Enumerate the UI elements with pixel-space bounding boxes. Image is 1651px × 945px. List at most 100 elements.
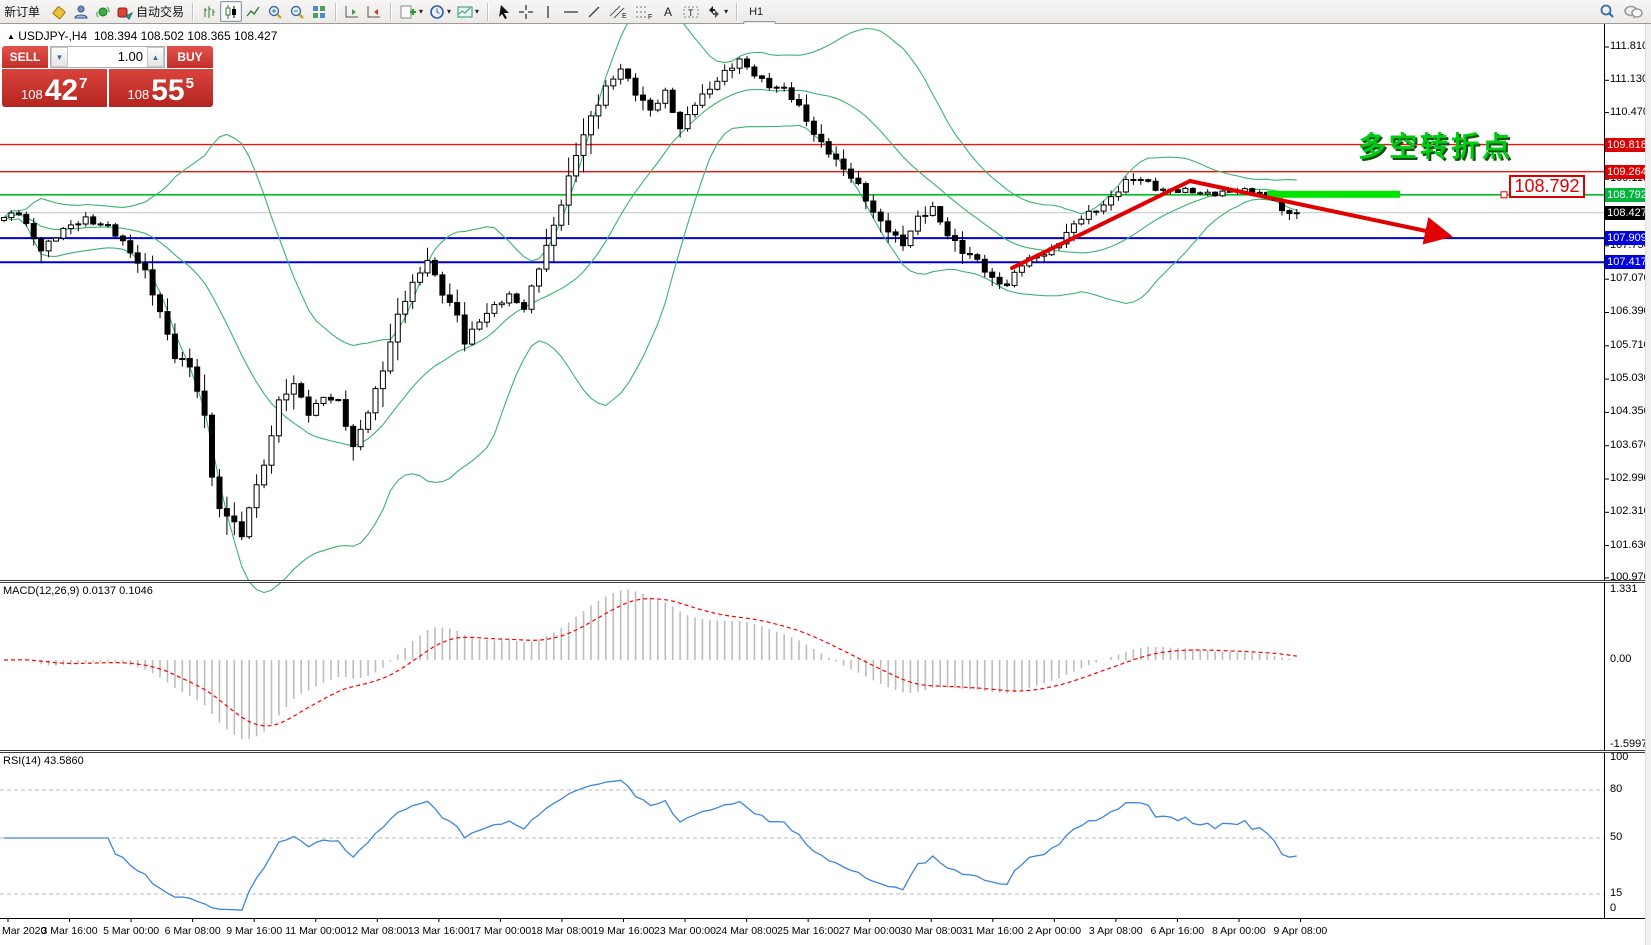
tile-windows-icon <box>311 4 327 20</box>
candlestick-chart-button[interactable] <box>220 1 242 22</box>
turning-point-annotation[interactable]: 多空转折点 <box>1358 125 1513 165</box>
buy-button[interactable]: BUY <box>167 46 213 68</box>
zoom-out-icon <box>289 4 305 20</box>
zoom-out-button[interactable] <box>286 1 308 22</box>
time-axis-label: 24 Mar 08:00 <box>716 925 778 937</box>
toolbar-separator <box>192 3 193 21</box>
templates-button[interactable]: ▾ <box>454 1 482 22</box>
sell-button[interactable]: SELL <box>2 46 48 68</box>
zoom-in-icon <box>267 4 283 20</box>
price-callout-label[interactable]: 108.792 <box>1509 175 1585 198</box>
svg-text:F: F <box>648 14 652 20</box>
time-axis-label: 17 Mar 00:00 <box>469 925 531 937</box>
time-axis-label: 19 Mar 16:00 <box>593 925 655 937</box>
new-order-button[interactable]: 新订单 <box>4 1 48 22</box>
time-axis-label: 31 Mar 16:00 <box>962 925 1024 937</box>
auto-scroll-icon <box>366 4 382 20</box>
trendline-button[interactable] <box>583 1 605 22</box>
autotrading-label: 自动交易 <box>136 3 184 20</box>
time-axis-label: Mar 2020 <box>2 925 46 937</box>
text-icon: A <box>661 4 675 20</box>
crosshair-button[interactable] <box>515 1 537 22</box>
template-icon <box>457 4 473 20</box>
price-level-flag: 109.818 <box>1605 138 1649 152</box>
arrows-button[interactable]: ▾ <box>703 1 731 22</box>
sell-price-prefix: 108 <box>21 87 43 102</box>
bar-chart-button[interactable] <box>198 1 220 22</box>
sell-price-pip: 7 <box>79 75 87 92</box>
sell-price-big: 42 <box>45 76 78 106</box>
time-axis-label: 27 Mar 00:00 <box>839 925 901 937</box>
time-axis-label: 8 Apr 00:00 <box>1212 925 1266 937</box>
text-label-icon: T <box>682 4 700 20</box>
equidistant-channel-button[interactable]: E <box>605 1 631 22</box>
price-axis-tick: 107.070 <box>1610 272 1650 284</box>
zoom-in-button[interactable] <box>264 1 286 22</box>
clock-icon <box>429 4 445 20</box>
cursor-icon <box>497 4 511 20</box>
autotrading-button[interactable]: 自动交易 <box>114 1 187 22</box>
search-button[interactable] <box>1595 1 1619 22</box>
price-axis-tick: 106.390 <box>1610 305 1650 317</box>
chart-shift-icon <box>344 4 360 20</box>
time-axis-label: 12 Mar 08:00 <box>346 925 408 937</box>
horizontal-line-button[interactable] <box>559 1 583 22</box>
trader-icon <box>73 4 89 20</box>
chat-button[interactable] <box>1619 1 1647 22</box>
cursor-button[interactable] <box>493 1 515 22</box>
price-level-flag: 108.792 <box>1605 188 1649 202</box>
chat-icon <box>1622 3 1644 21</box>
fibonacci-button[interactable]: F <box>631 1 657 22</box>
right-edge-strip <box>1645 24 1651 945</box>
volume-increase-button[interactable]: ▲ <box>147 47 164 67</box>
volume-value[interactable]: 1.00 <box>68 47 147 67</box>
candlestick-icon <box>223 4 239 20</box>
price-axis-tick: 111.130 <box>1610 73 1648 85</box>
time-axis-label: 13 Mar 16:00 <box>408 925 470 937</box>
auto-scroll-button[interactable] <box>363 1 385 22</box>
time-axis-label: 6 Mar 08:00 <box>165 925 221 937</box>
time-axis-label: 3 Apr 08:00 <box>1089 925 1143 937</box>
trader-button[interactable] <box>70 1 92 22</box>
macd-axis-tick: 0.00 <box>1610 653 1631 665</box>
toolbar-separator <box>487 3 488 21</box>
chart-window[interactable]: ▲ USDJPY-,H4 108.394 108.502 108.365 108… <box>0 24 1651 945</box>
line-chart-button[interactable] <box>242 1 264 22</box>
chart-shift-button[interactable] <box>341 1 363 22</box>
text-label-button[interactable]: T <box>679 1 703 22</box>
one-click-trading-panel: SELL ▼ 1.00 ▲ BUY 108 42 7 108 55 5 <box>2 46 213 107</box>
symbol-pointer-icon: ▲ <box>7 32 15 41</box>
time-axis-label: 11 Mar 00:00 <box>285 925 346 937</box>
price-level-flag: 107.417 <box>1605 255 1649 269</box>
price-axis-tick: 103.670 <box>1610 439 1650 451</box>
svg-text:T: T <box>688 8 694 18</box>
price-axis-tick: 105.030 <box>1610 372 1650 384</box>
time-axis-label: 30 Mar 08:00 <box>900 925 962 937</box>
add-indicator-icon <box>399 4 417 20</box>
rsi-panel-splitter[interactable] <box>0 750 1651 753</box>
volume-decrease-button[interactable]: ▼ <box>51 47 68 67</box>
signal-icon <box>95 4 111 20</box>
autotrading-icon <box>117 4 133 20</box>
buy-quote[interactable]: 108 55 5 <box>109 69 214 107</box>
text-button[interactable]: A <box>657 1 679 22</box>
indicators-button[interactable]: ▾ <box>396 1 426 22</box>
chart-ohlc-title: ▲ USDJPY-,H4 108.394 108.502 108.365 108… <box>7 29 277 43</box>
rsi-axis-tick: 50 <box>1610 831 1622 843</box>
price-axis-tick: 102.310 <box>1610 505 1650 517</box>
timeframe-h1[interactable]: H1 <box>743 3 776 21</box>
periods-button[interactable]: ▾ <box>426 1 454 22</box>
macd-panel-splitter[interactable] <box>0 580 1651 583</box>
rsi-label: RSI(14) 43.5860 <box>3 755 84 767</box>
price-axis-tick: 101.630 <box>1610 539 1650 551</box>
market-watch-button[interactable] <box>48 1 70 22</box>
price-level-flag: 108.427 <box>1605 206 1649 220</box>
price-axis-tick: 110.470 <box>1610 106 1649 118</box>
buy-price-big: 55 <box>151 76 184 106</box>
price-axis-tick: 104.350 <box>1610 405 1650 417</box>
tile-windows-button[interactable] <box>308 1 330 22</box>
toolbar-separator <box>736 3 737 21</box>
vertical-line-button[interactable] <box>537 1 559 22</box>
sell-quote[interactable]: 108 42 7 <box>2 69 107 107</box>
signals-button[interactable] <box>92 1 114 22</box>
